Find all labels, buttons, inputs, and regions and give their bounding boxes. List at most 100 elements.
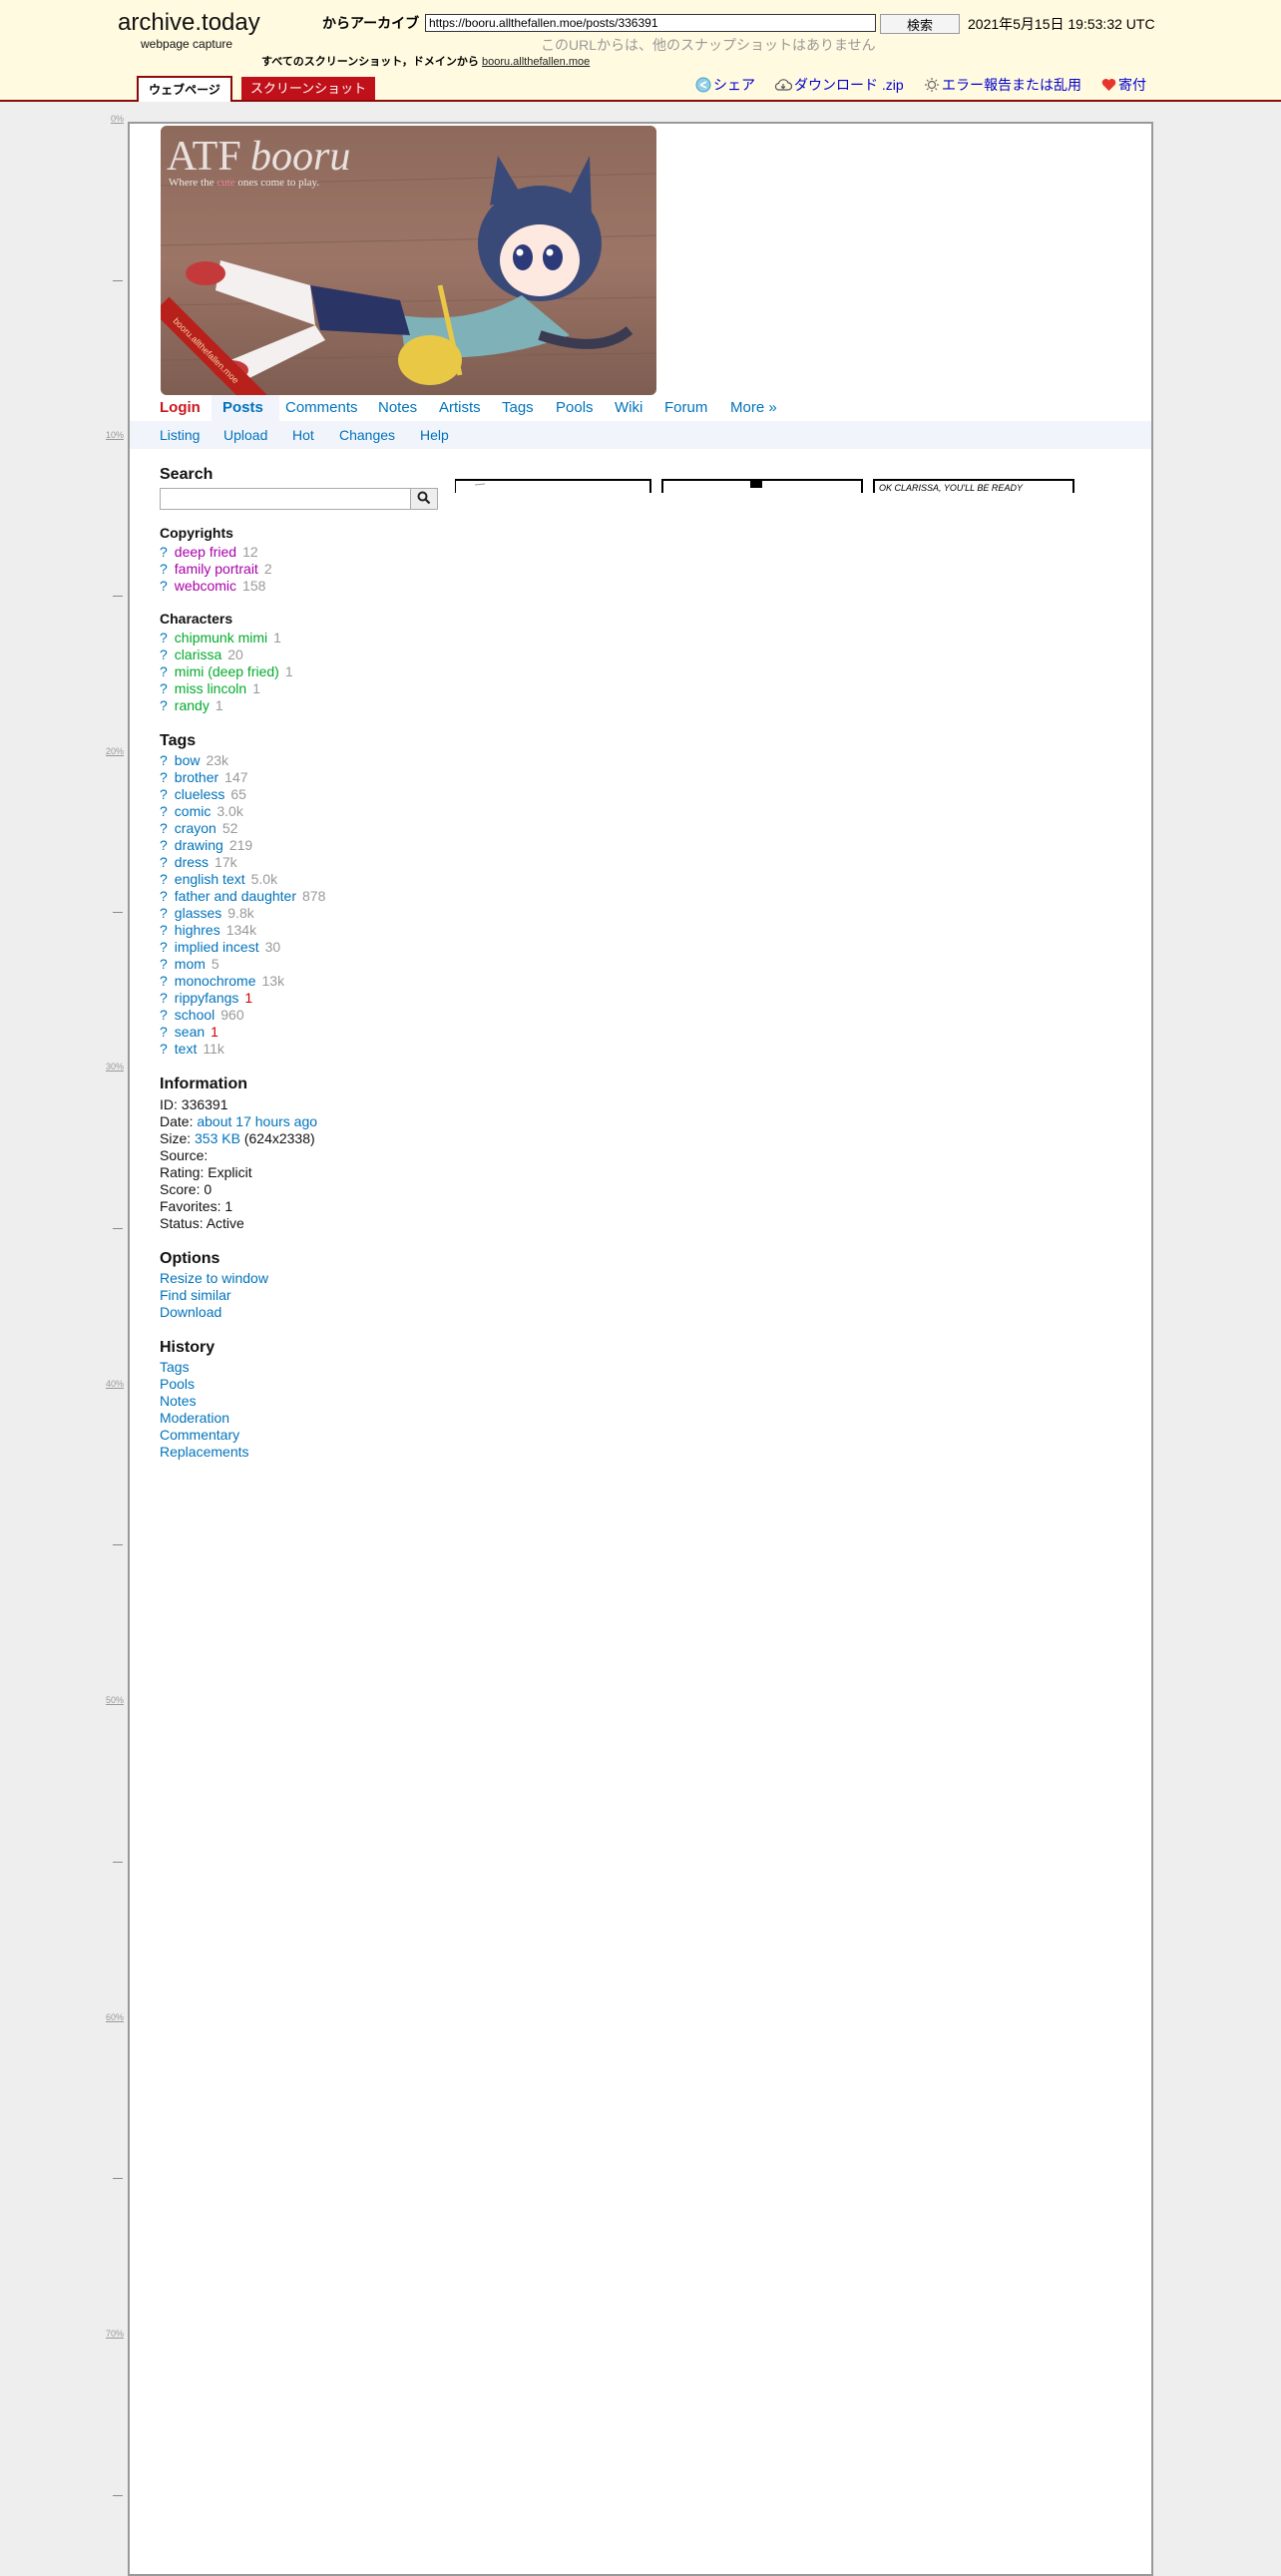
history-tags[interactable]: Tags — [160, 1359, 190, 1375]
general-tag[interactable]: dress — [175, 854, 209, 870]
tag-wiki-link[interactable]: ? — [160, 769, 168, 785]
general-tag[interactable]: text — [175, 1041, 198, 1057]
nav-more[interactable]: More » — [730, 399, 777, 416]
copyright-tag[interactable]: family portrait — [175, 561, 258, 577]
general-tag[interactable]: mom — [175, 956, 206, 972]
subnav-hot[interactable]: Hot — [292, 427, 314, 443]
tag-wiki-link[interactable]: ? — [160, 888, 168, 904]
history-commentary[interactable]: Commentary — [160, 1427, 239, 1443]
tag-search-button[interactable] — [410, 488, 438, 510]
general-tag[interactable]: crayon — [175, 820, 216, 836]
tag-wiki-link[interactable]: ? — [160, 905, 168, 921]
tag-wiki-link[interactable]: ? — [160, 697, 168, 713]
archive-timestamp[interactable]: 2021年5月15日 19:53:32 UTC — [968, 14, 1155, 34]
tag-wiki-link[interactable]: ? — [160, 1007, 168, 1023]
tag-wiki-link[interactable]: ? — [160, 820, 168, 836]
history-notes[interactable]: Notes — [160, 1393, 197, 1409]
tag-wiki-link[interactable]: ? — [160, 939, 168, 955]
subnav-upload[interactable]: Upload — [223, 427, 267, 443]
info-date-link[interactable]: about 17 hours ago — [197, 1113, 317, 1129]
nav-artists[interactable]: Artists — [439, 399, 481, 416]
tag-wiki-link[interactable]: ? — [160, 990, 168, 1006]
site-banner[interactable]: ATF booru Where the cute ones come to pl… — [161, 126, 656, 395]
tag-wiki-link[interactable]: ? — [160, 837, 168, 853]
tag-wiki-link[interactable]: ? — [160, 803, 168, 819]
archive-logo[interactable]: archive.today — [118, 9, 260, 37]
general-tag[interactable]: sean — [175, 1024, 205, 1040]
character-tag[interactable]: miss lincoln — [175, 680, 246, 696]
general-tag[interactable]: highres — [175, 922, 220, 938]
report-link[interactable]: エラー報告または乱用 — [924, 75, 1081, 96]
general-tag[interactable]: glasses — [175, 905, 221, 921]
tag-wiki-link[interactable]: ? — [160, 544, 168, 560]
tag-wiki-link[interactable]: ? — [160, 854, 168, 870]
general-tag[interactable]: school — [175, 1007, 214, 1023]
tag-wiki-link[interactable]: ? — [160, 1041, 168, 1057]
option-download[interactable]: Download — [160, 1304, 221, 1320]
history-moderation[interactable]: Moderation — [160, 1410, 229, 1426]
all-snapshots-domain-link[interactable]: booru.allthefallen.moe — [482, 56, 590, 68]
option-find-similar[interactable]: Find similar — [160, 1287, 231, 1303]
download-zip-link[interactable]: ダウンロード .zip — [774, 75, 904, 95]
general-tag[interactable]: implied incest — [175, 939, 259, 955]
info-size-link[interactable]: 353 KB — [195, 1130, 240, 1146]
tab-screenshot[interactable]: スクリーンショット — [241, 77, 375, 100]
nav-notes[interactable]: Notes — [378, 399, 417, 416]
general-tag[interactable]: monochrome — [175, 973, 256, 989]
tag-wiki-link[interactable]: ? — [160, 646, 168, 662]
ruler-label[interactable]: 40% — [100, 1379, 124, 1389]
nav-wiki[interactable]: Wiki — [615, 399, 642, 416]
tab-webpage[interactable]: ウェブページ — [137, 76, 232, 102]
tag-wiki-link[interactable]: ? — [160, 786, 168, 802]
subnav-changes[interactable]: Changes — [339, 427, 395, 443]
ruler-label[interactable]: 60% — [100, 2012, 124, 2022]
nav-forum[interactable]: Forum — [664, 399, 707, 416]
ruler-label[interactable]: 10% — [100, 430, 124, 440]
history-replacements[interactable]: Replacements — [160, 1444, 249, 1460]
general-tag[interactable]: bow — [175, 752, 201, 768]
option-resize-to-window[interactable]: Resize to window — [160, 1270, 268, 1286]
general-tag[interactable]: brother — [175, 769, 218, 785]
tag-wiki-link[interactable]: ? — [160, 973, 168, 989]
nav-pools[interactable]: Pools — [556, 399, 594, 416]
subnav-help[interactable]: Help — [420, 427, 449, 443]
character-tag[interactable]: mimi (deep fried) — [175, 663, 279, 679]
tag-wiki-link[interactable]: ? — [160, 663, 168, 679]
donate-link[interactable]: 寄付 — [1101, 75, 1146, 95]
character-tag[interactable]: randy — [175, 697, 210, 713]
general-tag[interactable]: clueless — [175, 786, 225, 802]
archive-search-button[interactable]: 検索 — [880, 14, 960, 34]
tag-wiki-link[interactable]: ? — [160, 630, 168, 645]
nav-comments[interactable]: Comments — [285, 399, 358, 416]
tag-wiki-link[interactable]: ? — [160, 752, 168, 768]
character-tag[interactable]: clarissa — [175, 646, 221, 662]
post-image[interactable]: OK CLARISSA, YOU'LL BE READY — [454, 479, 1075, 495]
archive-url-input[interactable] — [425, 14, 876, 32]
nav-posts[interactable]: Posts — [222, 399, 263, 416]
tag-wiki-link[interactable]: ? — [160, 680, 168, 696]
nav-tags[interactable]: Tags — [502, 399, 534, 416]
tag-wiki-link[interactable]: ? — [160, 922, 168, 938]
general-tag[interactable]: comic — [175, 803, 212, 819]
tag-search-input[interactable] — [160, 488, 411, 510]
subnav-listing[interactable]: Listing — [160, 427, 200, 443]
tag-wiki-link[interactable]: ? — [160, 578, 168, 594]
ruler-label[interactable]: 30% — [100, 1062, 124, 1072]
ruler-label[interactable]: 50% — [100, 1695, 124, 1705]
nav-login[interactable]: Login — [160, 399, 201, 416]
tag-wiki-link[interactable]: ? — [160, 561, 168, 577]
history-pools[interactable]: Pools — [160, 1376, 195, 1392]
tag-wiki-link[interactable]: ? — [160, 1024, 168, 1040]
general-tag[interactable]: drawing — [175, 837, 223, 853]
ruler-label[interactable]: 0% — [100, 114, 124, 124]
ruler-label[interactable]: 20% — [100, 746, 124, 756]
general-tag[interactable]: rippyfangs — [175, 990, 239, 1006]
tag-wiki-link[interactable]: ? — [160, 956, 168, 972]
tag-wiki-link[interactable]: ? — [160, 871, 168, 887]
general-tag[interactable]: english text — [175, 871, 245, 887]
ruler-label[interactable]: 70% — [100, 2329, 124, 2339]
share-link[interactable]: シェア — [695, 75, 755, 96]
copyright-tag[interactable]: deep fried — [175, 544, 236, 560]
copyright-tag[interactable]: webcomic — [175, 578, 236, 594]
general-tag[interactable]: father and daughter — [175, 888, 296, 904]
